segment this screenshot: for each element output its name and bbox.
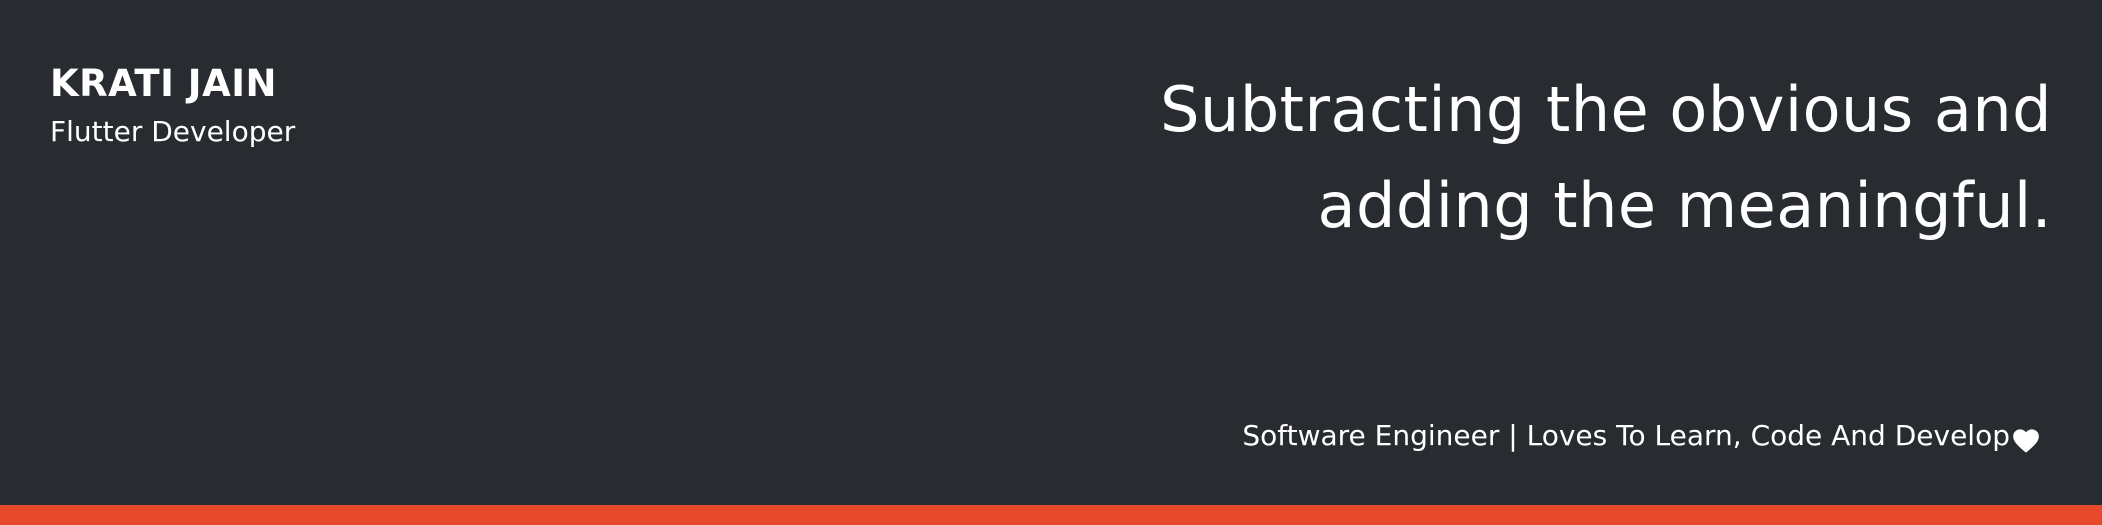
accent-bar xyxy=(0,505,2102,525)
tagline: Software Engineer | Loves To Learn, Code… xyxy=(1242,414,2040,458)
profile-name: KRATI JAIN xyxy=(50,62,277,105)
quote-line-1: Subtracting the obvious and xyxy=(1160,73,2052,146)
heart-icon xyxy=(2012,423,2040,453)
identity-block: KRATI JAIN Flutter Developer xyxy=(50,58,295,152)
profile-role: Flutter Developer xyxy=(50,115,296,148)
headline-quote: Subtracting the obvious and adding the m… xyxy=(952,62,2052,254)
tagline-text: Software Engineer | Loves To Learn, Code… xyxy=(1242,419,2010,452)
quote-line-2: adding the meaningful. xyxy=(1317,169,2052,242)
profile-banner: KRATI JAIN Flutter Developer Subtracting… xyxy=(0,0,2102,525)
